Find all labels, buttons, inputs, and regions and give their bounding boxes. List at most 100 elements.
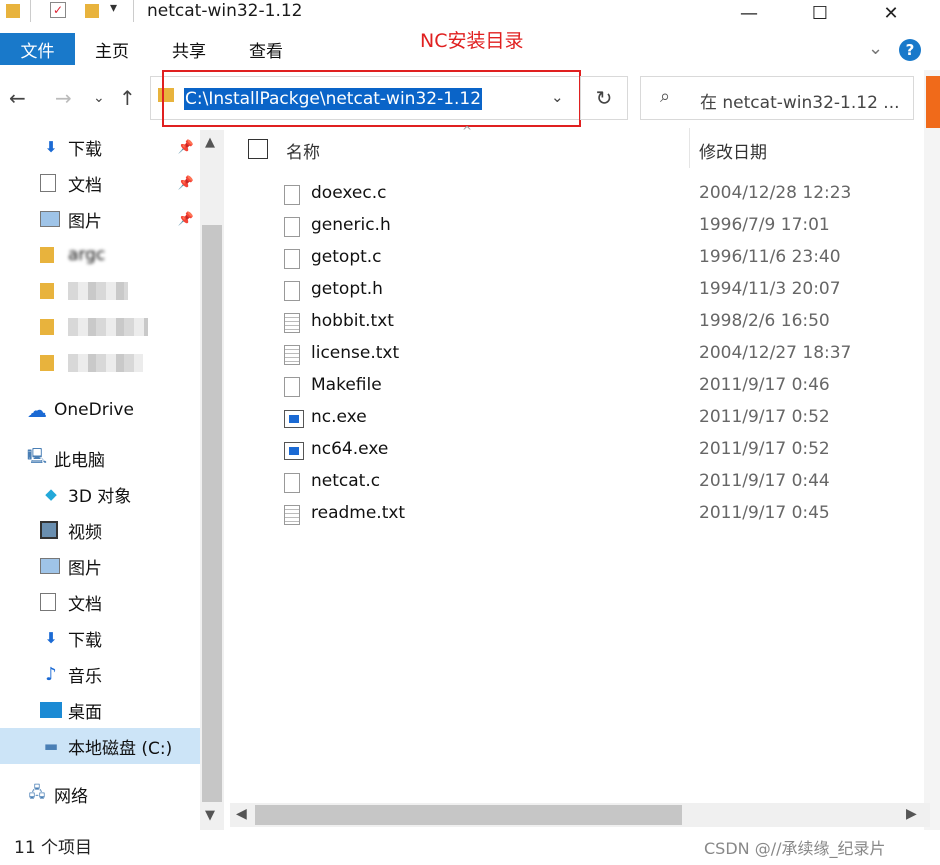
file-row[interactable]: netcat.c 2011/9/17 0:44 xyxy=(230,467,930,499)
music-note-icon: ♪ xyxy=(45,663,57,685)
sort-indicator-icon: ^ xyxy=(462,124,473,138)
scrollbar-thumb[interactable] xyxy=(202,225,222,802)
sidebar-item-blurred[interactable] xyxy=(0,345,200,381)
sidebar-item-documents[interactable]: 文档 📌 xyxy=(0,165,200,201)
sidebar-item-label: 桌面 xyxy=(68,702,102,723)
sidebar-item-pictures[interactable]: 图片 xyxy=(0,548,200,584)
file-date: 1996/11/6 23:40 xyxy=(699,247,841,267)
computer-icon: 🖳 xyxy=(26,446,47,465)
sidebar-item-documents[interactable]: 文档 xyxy=(0,584,200,620)
sidebar-item-onedrive[interactable]: ☁ OneDrive xyxy=(0,392,200,428)
refresh-button[interactable]: ↻ xyxy=(580,76,628,120)
sidebar-item-label: 本地磁盘 (C:) xyxy=(68,738,173,759)
picture-icon xyxy=(40,558,60,574)
window-title: netcat-win32-1.12 xyxy=(147,1,303,21)
download-icon: ⬇ xyxy=(44,138,58,156)
file-date: 1998/2/6 16:50 xyxy=(699,311,830,331)
file-name: license.txt xyxy=(311,343,400,363)
scroll-left-icon[interactable]: ◀ xyxy=(236,806,247,822)
document-icon xyxy=(40,174,56,192)
sidebar-item-label: 网络 xyxy=(54,786,88,807)
recent-locations-icon[interactable]: ⌄ xyxy=(93,90,105,106)
scroll-up-icon[interactable]: ▲ xyxy=(205,135,215,150)
sidebar-item-3d-objects[interactable]: ◆ 3D 对象 xyxy=(0,476,200,512)
folder-icon xyxy=(40,355,54,371)
properties-icon[interactable]: ✓ xyxy=(50,2,66,18)
maximize-button[interactable]: ☐ xyxy=(797,0,843,26)
tab-view[interactable]: 查看 xyxy=(249,33,283,65)
scroll-down-icon[interactable]: ▼ xyxy=(205,808,215,823)
exe-icon xyxy=(284,410,304,428)
sidebar-item-this-pc[interactable]: 🖳 此电脑 xyxy=(0,440,200,476)
sidebar-item-blurred[interactable]: argc xyxy=(0,237,200,273)
network-icon: 🖧 xyxy=(28,782,46,801)
pin-icon[interactable]: 📌 xyxy=(178,212,194,227)
divider xyxy=(30,0,31,22)
sidebar-item-downloads[interactable]: ⬇ 下载 xyxy=(0,620,200,656)
tab-file[interactable]: 文件 xyxy=(0,33,75,65)
tab-home[interactable]: 主页 xyxy=(95,33,129,65)
back-arrow-icon[interactable]: ← xyxy=(9,86,26,110)
sidebar-item-desktop[interactable]: 桌面 xyxy=(0,692,200,728)
help-icon[interactable]: ? xyxy=(899,39,921,61)
sidebar-item-label: 下载 xyxy=(68,630,102,651)
annotation-highlight-box xyxy=(162,70,581,127)
text-file-icon xyxy=(284,505,300,525)
sidebar-item-local-disk[interactable]: ▬ 本地磁盘 (C:) xyxy=(0,728,200,764)
file-row[interactable]: Makefile 2011/9/17 0:46 xyxy=(230,371,930,403)
forward-arrow-icon[interactable]: → xyxy=(55,86,72,110)
sidebar-item-label: 3D 对象 xyxy=(68,486,132,507)
sidebar-item-blurred[interactable] xyxy=(0,273,200,309)
sidebar-item-label: 文档 xyxy=(68,175,102,196)
file-row[interactable]: doexec.c 2004/12/28 12:23 xyxy=(230,179,930,211)
file-row[interactable]: getopt.c 1996/11/6 23:40 xyxy=(230,243,930,275)
pin-icon[interactable]: 📌 xyxy=(178,140,194,155)
file-row[interactable]: nc64.exe 2011/9/17 0:52 xyxy=(230,435,930,467)
sidebar-item-downloads[interactable]: ⬇ 下载 📌 xyxy=(0,129,200,165)
cloud-icon: ☁ xyxy=(27,398,47,422)
new-folder-icon[interactable] xyxy=(85,4,99,18)
file-date: 1996/7/9 17:01 xyxy=(699,215,830,235)
sidebar-item-videos[interactable]: 视频 xyxy=(0,512,200,548)
sidebar-item-network[interactable]: 🖧 网络 xyxy=(0,776,200,812)
file-name: doexec.c xyxy=(311,183,387,203)
document-icon xyxy=(40,593,56,611)
file-name: hobbit.txt xyxy=(311,311,394,331)
file-icon xyxy=(284,473,300,493)
folder-icon xyxy=(6,4,20,18)
divider xyxy=(133,0,134,22)
column-header-modified[interactable]: 修改日期 xyxy=(699,138,767,163)
search-input[interactable]: 在 netcat-win32-1.12 ... xyxy=(700,88,900,113)
scrollbar-thumb[interactable] xyxy=(255,805,682,825)
file-row[interactable]: generic.h 1996/7/9 17:01 xyxy=(230,211,930,243)
file-name: getopt.c xyxy=(311,247,382,267)
file-row[interactable]: readme.txt 2011/9/17 0:45 xyxy=(230,499,930,531)
quick-access-dropdown-icon[interactable]: ▾ xyxy=(110,0,117,16)
sidebar-item-blurred[interactable] xyxy=(0,309,200,345)
scroll-right-icon[interactable]: ▶ xyxy=(906,806,917,822)
close-button[interactable]: ✕ xyxy=(868,0,914,26)
search-icon: ⌕ xyxy=(660,86,671,107)
pin-icon[interactable]: 📌 xyxy=(178,176,194,191)
tab-share[interactable]: 共享 xyxy=(172,33,206,65)
file-name: Makefile xyxy=(311,375,382,395)
file-row[interactable]: hobbit.txt 1998/2/6 16:50 xyxy=(230,307,930,339)
column-header-name[interactable]: 名称 xyxy=(286,138,320,163)
up-arrow-icon[interactable]: ↑ xyxy=(119,86,136,110)
file-row[interactable]: license.txt 2004/12/27 18:37 xyxy=(230,339,930,371)
annotation-label: NC安装目录 xyxy=(420,30,524,52)
ribbon-expand-icon[interactable]: ⌄ xyxy=(868,38,883,59)
cube-icon: ◆ xyxy=(45,485,57,503)
column-divider[interactable] xyxy=(689,128,690,168)
minimize-button[interactable]: — xyxy=(726,0,772,26)
watermark: CSDN @//承续缘_纪录片 xyxy=(704,839,886,858)
sidebar-item-pictures[interactable]: 图片 📌 xyxy=(0,201,200,237)
file-row[interactable]: nc.exe 2011/9/17 0:52 xyxy=(230,403,930,435)
select-all-checkbox[interactable] xyxy=(248,139,268,159)
redacted-label xyxy=(68,354,143,372)
sidebar-item-music[interactable]: ♪ 音乐 xyxy=(0,656,200,692)
file-row[interactable]: getopt.h 1994/11/3 20:07 xyxy=(230,275,930,307)
file-name: readme.txt xyxy=(311,503,406,523)
file-date: 2011/9/17 0:52 xyxy=(699,407,830,427)
background-window-tab xyxy=(926,76,940,128)
